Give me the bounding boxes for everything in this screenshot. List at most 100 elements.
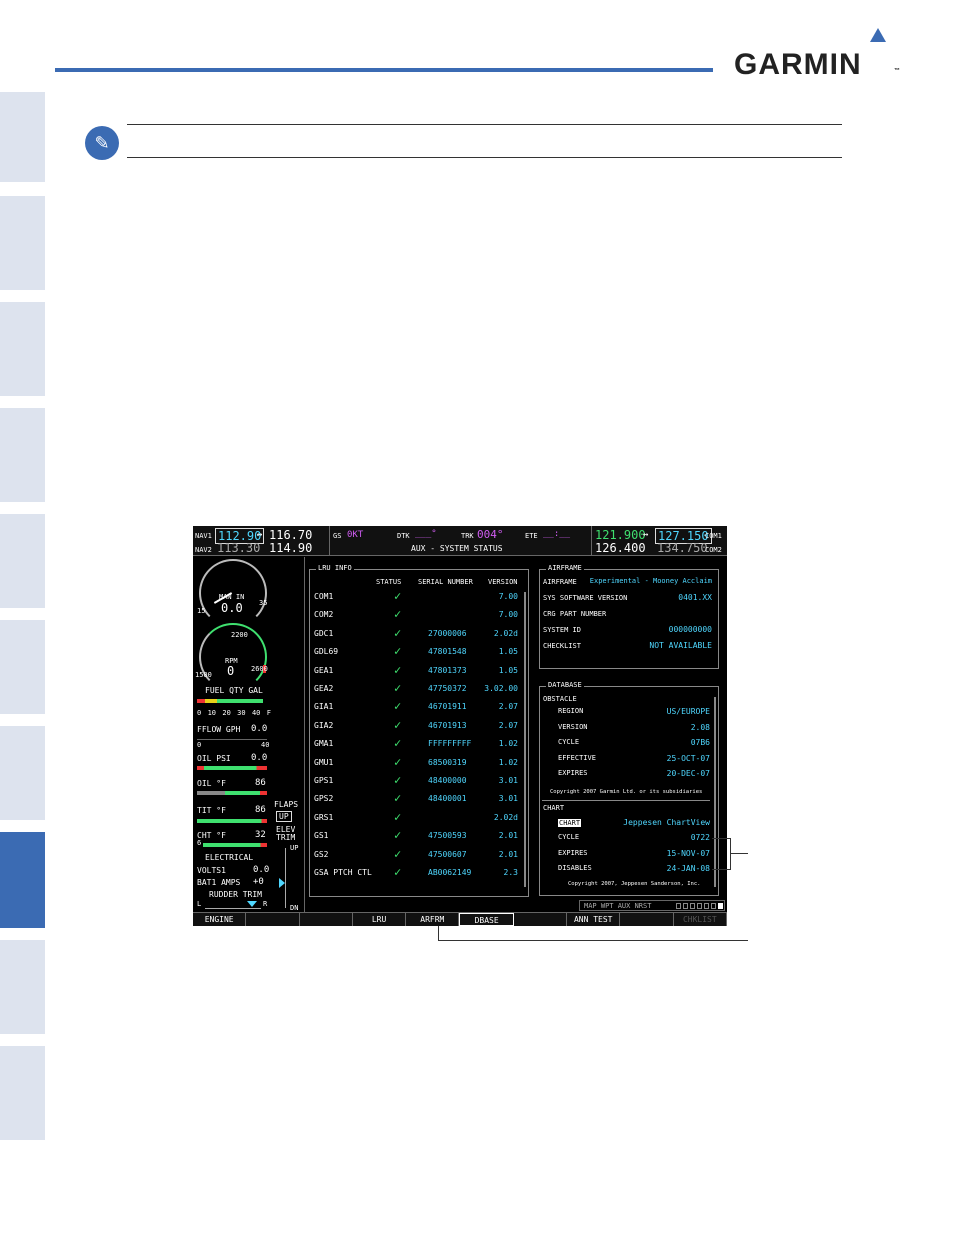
sys-software-value: 0401.XX <box>678 593 712 602</box>
top-bar: NAV1 112.90 ↔ 116.70 NAV2 113.30 114.90 … <box>193 526 727 556</box>
lru-name: GSA PTCH CTL <box>314 868 372 877</box>
status-check-icon: ✓ <box>394 846 402 861</box>
lru-serial: 27000006 <box>428 628 467 638</box>
fuel-tick-40: 40 <box>251 709 261 717</box>
fflow-min: 0 <box>197 741 202 749</box>
lru-row: GMA1 ✓ FFFFFFFFF 1.02 <box>312 736 518 757</box>
softkey-2[interactable] <box>246 913 300 926</box>
softkey-chklist[interactable]: CHKLIST <box>674 913 727 926</box>
status-check-icon: ✓ <box>394 773 402 787</box>
tit-f-value: 86 <box>255 805 266 815</box>
softkey-7[interactable] <box>514 913 568 926</box>
topbar-divider-right <box>591 526 592 556</box>
lru-row: GRS1 ✓ 2.02d <box>312 810 518 831</box>
system-id-label: SYSTEM ID <box>543 626 581 634</box>
side-tab-3[interactable] <box>0 302 45 396</box>
status-check-icon: ✓ <box>394 736 402 751</box>
fflow-label: FFLOW GPH <box>197 725 241 734</box>
side-tab-10[interactable] <box>0 1046 45 1140</box>
softkey-9[interactable] <box>620 913 674 926</box>
dtk-label: DTK <box>397 532 410 540</box>
nav1-standby[interactable]: 116.70 <box>269 528 312 542</box>
lru-row: GPS1 ✓ 48400000 3.01 <box>312 773 518 794</box>
obstacle-row-value: 20-DEC-07 <box>666 769 710 778</box>
softkey-lru[interactable]: LRU <box>353 913 407 926</box>
obstacle-row-label: EXPIRES <box>558 769 588 777</box>
lru-name: GMA1 <box>314 739 334 749</box>
lru-version: 2.01 <box>498 831 518 841</box>
com2-active[interactable]: 126.400 <box>595 541 646 555</box>
side-tab-4[interactable] <box>0 408 45 502</box>
side-tab-7[interactable] <box>0 726 45 820</box>
status-check-icon: ✓ <box>394 607 402 622</box>
side-tab-9[interactable] <box>0 940 45 1034</box>
fuel-tick-30: 30 <box>237 709 246 717</box>
lru-version-header: VERSION <box>488 578 518 586</box>
elev-trim-label: ELEV TRIM <box>276 825 296 842</box>
lru-version: 2.07 <box>498 720 518 730</box>
lru-name: COM1 <box>314 592 334 601</box>
side-tab-2[interactable] <box>0 196 45 290</box>
lru-serial: 46701911 <box>428 702 467 712</box>
trk-label: TRK <box>461 532 474 540</box>
softkey-ann-test[interactable]: ANN TEST <box>567 913 621 926</box>
obstacle-copyright: Copyright 2007 Garmin Ltd. or its subsid… <box>550 789 703 795</box>
logo-text: GARMIN <box>734 48 862 81</box>
note-top-rule <box>127 124 842 125</box>
com2-standby[interactable]: 134.750 <box>657 541 708 555</box>
rudder-trim-r: R <box>263 900 268 908</box>
lru-scrollbar[interactable] <box>524 592 526 887</box>
fflow-bar <box>197 739 267 740</box>
obstacle-row: EXPIRES 20-DEC-07 <box>540 769 716 787</box>
page-dot <box>676 903 681 909</box>
obstacle-label: OBSTACLE <box>543 695 577 703</box>
nav1-swap-icon[interactable]: ↔ <box>257 530 262 540</box>
side-tab-8-active[interactable] <box>0 832 45 928</box>
obstacle-row-label: CYCLE <box>558 738 580 746</box>
side-tab-1[interactable] <box>0 92 45 182</box>
nav2-active[interactable]: 113.30 <box>217 541 260 555</box>
lru-list: COM1 ✓ 7.00 COM2 ✓ 7.00 GDC1 ✓ 27000006 2.02d GDL6… <box>312 589 518 892</box>
callout-bracket-leader <box>730 853 748 854</box>
softkey-3[interactable] <box>300 913 353 926</box>
lru-row: GEA2 ✓ 47750372 3.02.00 <box>312 681 518 702</box>
obstacle-row-value: 2.08 <box>690 722 710 732</box>
lru-row: COM2 ✓ 7.00 <box>312 607 518 628</box>
status-check-icon: ✓ <box>394 754 402 769</box>
page-group-indicator: MAP WPT AUX NRST <box>579 900 725 911</box>
page-title: AUX - SYSTEM STATUS <box>411 544 503 553</box>
electrical-label: ELECTRICAL <box>205 853 254 862</box>
status-check-icon: ✓ <box>394 699 402 714</box>
softkey-arfrm[interactable]: ARFRM <box>406 913 460 926</box>
logo-triangle-icon <box>870 28 886 42</box>
callout-dbase-down <box>438 926 439 940</box>
com1-swap-icon[interactable]: ↔ <box>643 530 648 540</box>
lru-version: 1.02 <box>498 757 518 767</box>
gs-label: GS <box>333 532 342 540</box>
rpm-max: 2600 <box>251 665 268 673</box>
status-check-icon: ✓ <box>394 625 402 640</box>
obstacle-row-value: 07B6 <box>690 738 710 747</box>
lru-name: GEA1 <box>314 665 334 675</box>
side-tab-5[interactable] <box>0 514 45 608</box>
com1-active[interactable]: 121.900 <box>595 528 646 542</box>
mfd-screen: NAV1 112.90 ↔ 116.70 NAV2 113.30 114.90 … <box>193 526 727 926</box>
com1-label: COM1 <box>705 532 722 540</box>
oil-f-value: 86 <box>255 778 266 788</box>
lru-name: GRS1 <box>314 812 334 822</box>
softkey-engine[interactable]: ENGINE <box>193 913 247 926</box>
nav2-standby[interactable]: 114.90 <box>269 541 312 555</box>
database-scrollbar[interactable] <box>714 697 716 887</box>
status-check-icon: ✓ <box>394 644 402 659</box>
chart-row-value: 15-NOV-07 <box>666 848 710 858</box>
status-check-icon: ✓ <box>394 662 402 677</box>
lru-version: 2.02d <box>493 812 518 822</box>
lru-serial: 47500607 <box>428 849 467 859</box>
chart-row-value: 0722 <box>690 833 710 842</box>
page-dots <box>676 903 723 909</box>
page-dot <box>697 903 702 909</box>
rpm-tick: 2200 <box>231 631 248 639</box>
garmin-logo: GARMIN ™ <box>734 28 900 82</box>
side-tab-6[interactable] <box>0 620 45 714</box>
softkey-dbase[interactable]: DBASE <box>459 913 514 926</box>
